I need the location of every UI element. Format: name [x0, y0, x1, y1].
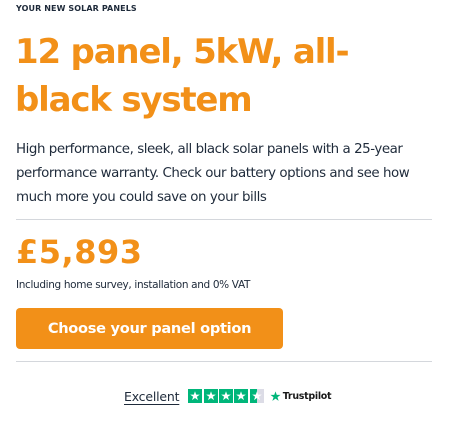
star-icon: [218, 389, 233, 403]
product-title: 12 panel, 5kW, all-black system: [15, 32, 350, 120]
trustpilot-logo: Trustpilot: [270, 390, 332, 402]
divider: [16, 361, 432, 362]
trustpilot-star-icon: [270, 390, 281, 401]
choose-panel-option-button[interactable]: Choose your panel option: [16, 308, 283, 349]
trustpilot-widget[interactable]: Excellent Trustpilot: [124, 387, 332, 405]
divider: [16, 219, 432, 220]
trustpilot-star-rating: [188, 389, 264, 403]
star-icon: [234, 389, 249, 403]
trustpilot-brand: Trustpilot: [282, 390, 332, 402]
half-star-icon: [249, 389, 264, 403]
star-icon: [188, 389, 203, 403]
section-eyebrow: YOUR NEW SOLAR PANELS: [16, 4, 137, 13]
star-icon: [203, 389, 218, 403]
price: £5,893: [16, 233, 143, 271]
product-description: High performance, sleek, all black solar…: [16, 142, 410, 205]
price-note: Including home survey, installation and …: [16, 279, 251, 291]
trustpilot-rating-link[interactable]: Excellent: [124, 389, 180, 404]
